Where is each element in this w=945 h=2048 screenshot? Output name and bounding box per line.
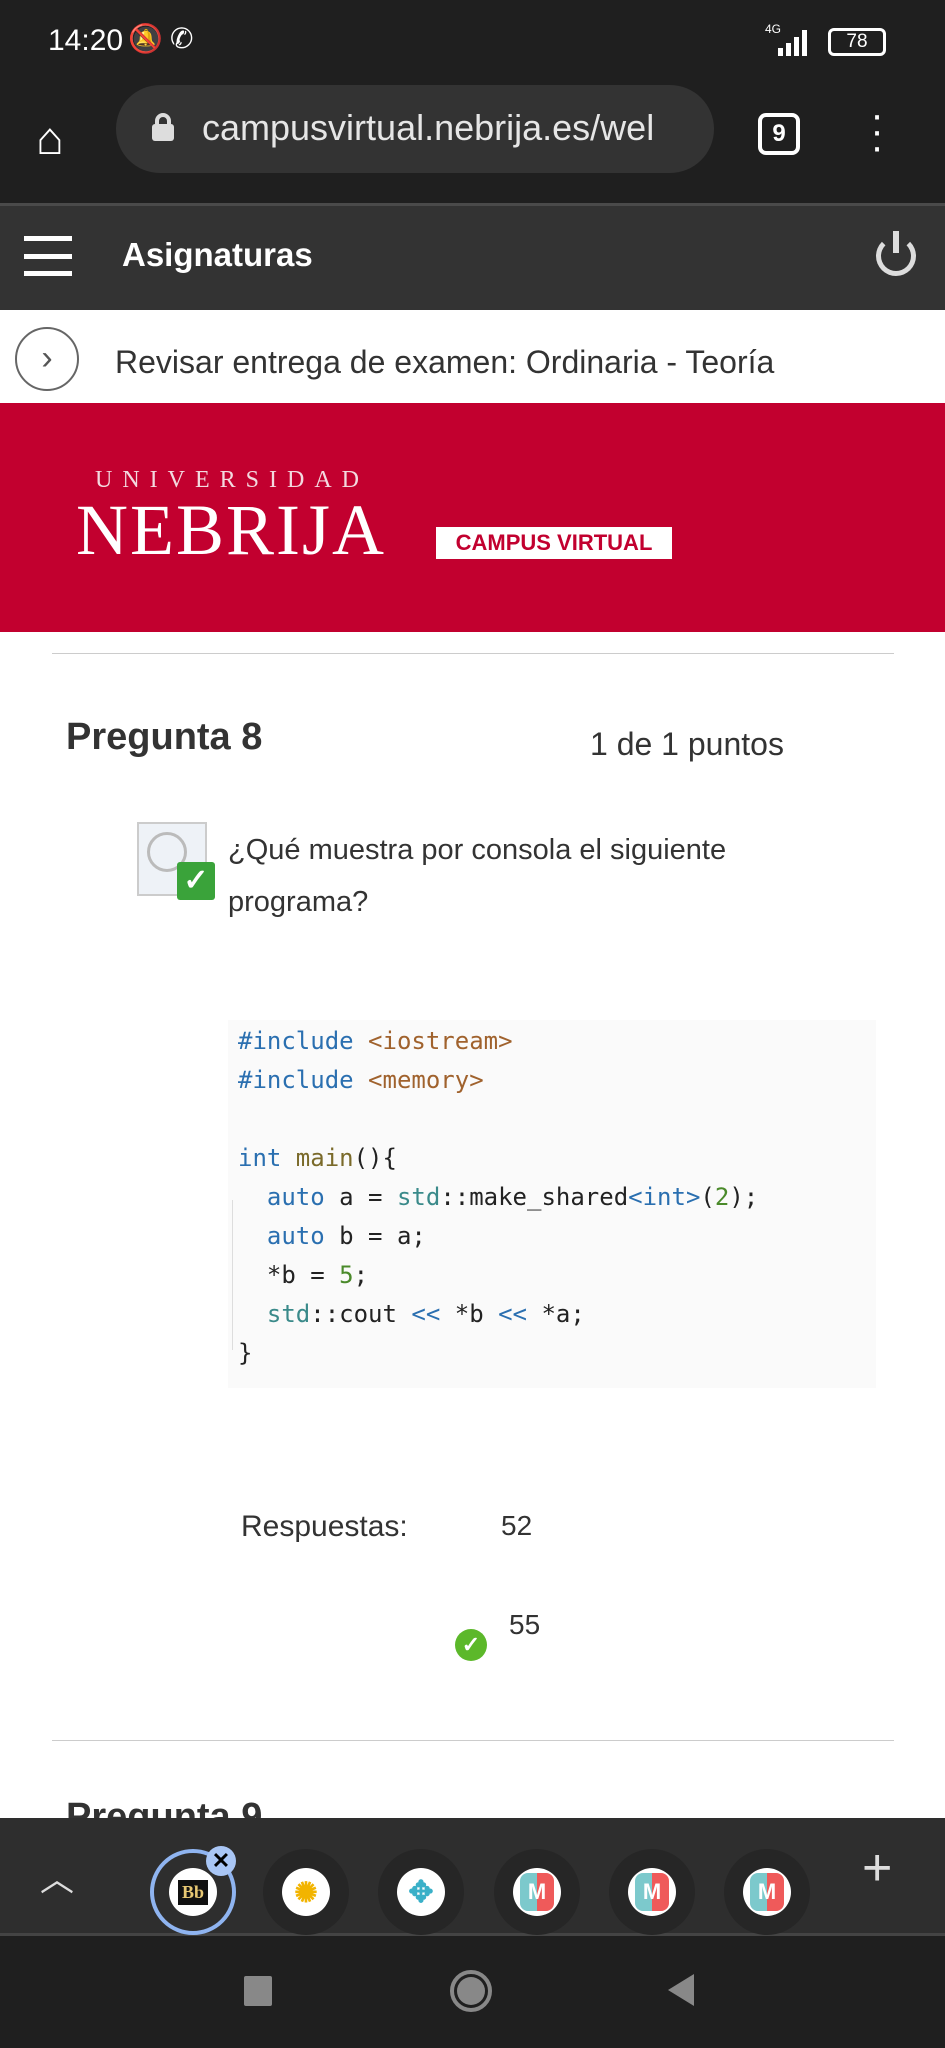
correct-question-icon: ✓ bbox=[137, 822, 215, 900]
code-token: ); bbox=[729, 1183, 759, 1211]
battery-indicator: 78 bbox=[828, 28, 886, 56]
logo-badge: CAMPUS VIRTUAL bbox=[436, 527, 672, 559]
code-token: std bbox=[396, 1183, 441, 1211]
close-tab-icon[interactable]: ✕ bbox=[206, 1846, 236, 1876]
back-button[interactable] bbox=[668, 1974, 694, 2006]
code-token: } bbox=[238, 1339, 253, 1367]
tab-arts[interactable]: ✺ bbox=[263, 1849, 349, 1935]
network-icon: ✥ bbox=[408, 1875, 434, 1909]
code-token: ::make_shared bbox=[440, 1183, 629, 1211]
tab-m[interactable]: M bbox=[724, 1849, 810, 1935]
question-title: Pregunta 8 bbox=[66, 716, 263, 758]
code-indent-guide bbox=[232, 1200, 233, 1350]
code-token: #include bbox=[238, 1027, 369, 1055]
app-header: Asignaturas bbox=[0, 203, 945, 310]
code-token: auto bbox=[238, 1183, 340, 1211]
answer-option: 52 bbox=[501, 1510, 533, 1541]
code-line: auto a = std::make_shared<int>(2); bbox=[238, 1178, 876, 1217]
power-icon[interactable] bbox=[876, 231, 916, 276]
code-token: 5 bbox=[339, 1261, 354, 1289]
system-nav-bar bbox=[0, 1936, 945, 2048]
tab-m[interactable]: M bbox=[609, 1849, 695, 1935]
breadcrumb: › Revisar entrega de examen: Ordinaria -… bbox=[0, 310, 945, 403]
code-token: *b = bbox=[238, 1261, 340, 1289]
code-token: ( bbox=[700, 1183, 715, 1211]
code-token: 2 bbox=[714, 1183, 730, 1211]
question-score: 1 de 1 puntos bbox=[590, 726, 784, 762]
answers-label: Respuestas: bbox=[241, 1510, 408, 1543]
correct-check-icon: ✓ bbox=[455, 1629, 487, 1661]
code-token: <memory> bbox=[368, 1066, 484, 1094]
nebrija-banner: UNIVERSIDAD NEBRIJA CAMPUS VIRTUAL bbox=[0, 403, 945, 632]
menu-kebab-icon[interactable]: · · · bbox=[862, 95, 892, 167]
code-token: ::cout bbox=[310, 1300, 412, 1328]
logo-main: NEBRIJA bbox=[76, 490, 387, 570]
chevron-up-icon[interactable]: ︿ bbox=[40, 1852, 74, 1901]
page-title: Revisar entrega de examen: Ordinaria - T… bbox=[115, 344, 775, 380]
lock-icon bbox=[152, 113, 174, 141]
question-text: ¿Qué muestra por consola el siguiente pr… bbox=[228, 834, 727, 918]
tab-network[interactable]: ✥ bbox=[378, 1849, 464, 1935]
answer-option-correct: 55 bbox=[509, 1609, 541, 1640]
expand-chevron-icon[interactable]: › bbox=[15, 327, 79, 391]
code-line: std::cout << *b << *a; bbox=[238, 1295, 876, 1334]
code-token: (){ bbox=[353, 1144, 397, 1172]
code-token: <iostream> bbox=[368, 1027, 513, 1055]
code-token: int bbox=[238, 1144, 296, 1172]
divider bbox=[52, 1740, 894, 1741]
code-line: auto b = a; bbox=[238, 1217, 876, 1256]
code-line: *b = 5; bbox=[238, 1256, 876, 1295]
status-bar: 14:20 🔕 ✆ 4G 78 bbox=[0, 0, 945, 85]
blackboard-icon: Bb bbox=[177, 1879, 209, 1905]
code-token: a = bbox=[339, 1183, 397, 1211]
mute-bell-icon: 🔕 bbox=[128, 23, 163, 54]
code-token: main bbox=[295, 1144, 354, 1172]
hamburger-menu-icon[interactable] bbox=[24, 236, 72, 276]
code-token: ; bbox=[353, 1261, 369, 1289]
google-arts-icon: ✺ bbox=[294, 1876, 318, 1908]
recents-button[interactable] bbox=[244, 1976, 272, 2006]
code-token: b = a; bbox=[339, 1222, 426, 1250]
code-token: #include bbox=[238, 1066, 369, 1094]
code-block: #include <iostream> #include <memory> int … bbox=[228, 1020, 876, 1388]
new-tab-plus-icon[interactable]: + bbox=[862, 1838, 892, 1898]
url-text: campusvirtual.nebrija.es/wel bbox=[202, 107, 655, 148]
app-title: Asignaturas bbox=[122, 236, 313, 273]
code-line: #include <memory> bbox=[238, 1061, 876, 1100]
code-token: auto bbox=[238, 1222, 340, 1250]
code-line: #include <iostream> bbox=[238, 1022, 876, 1061]
m-app-icon: M bbox=[635, 1873, 669, 1911]
code-token: *a; bbox=[527, 1300, 585, 1328]
tab-m[interactable]: M bbox=[494, 1849, 580, 1935]
home-icon[interactable]: ⌂ bbox=[36, 111, 64, 165]
divider bbox=[52, 653, 894, 654]
browser-toolbar: ⌂ campusvirtual.nebrija.es/wel 9 · · · bbox=[0, 85, 945, 203]
whatsapp-icon: ✆ bbox=[170, 23, 194, 54]
clock: 14:20 bbox=[48, 24, 124, 57]
code-token: std bbox=[238, 1300, 311, 1328]
signal-icon bbox=[778, 30, 818, 56]
tab-switcher-button[interactable]: 9 bbox=[758, 113, 800, 155]
url-field[interactable]: campusvirtual.nebrija.es/wel bbox=[116, 85, 714, 173]
code-token: <int> bbox=[628, 1183, 701, 1211]
m-app-icon: M bbox=[750, 1873, 784, 1911]
code-token: << bbox=[498, 1300, 528, 1328]
m-app-icon: M bbox=[520, 1873, 554, 1911]
home-button[interactable] bbox=[450, 1970, 492, 2012]
code-line: int main(){ bbox=[238, 1139, 876, 1178]
tab-group-bar: ︿ Bb ✕ ✺ ✥ M M M + bbox=[0, 1818, 945, 1936]
code-token: << bbox=[411, 1300, 441, 1328]
code-token: *b bbox=[440, 1300, 499, 1328]
code-line: } bbox=[238, 1334, 876, 1373]
